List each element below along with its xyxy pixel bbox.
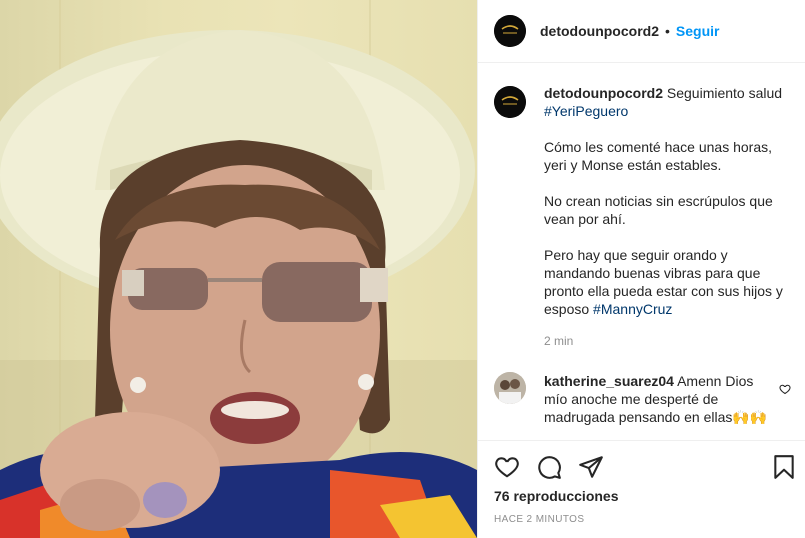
- caption-timestamp: 2 min: [544, 334, 574, 348]
- hashtag-link[interactable]: #YeriPeguero: [544, 103, 628, 119]
- brand-logo-icon: [494, 86, 526, 118]
- post-details-panel: detodounpocord2 • Seguir detodounpocord2…: [477, 0, 805, 538]
- heart-icon[interactable]: [494, 454, 520, 480]
- view-count[interactable]: 76 reproducciones: [494, 488, 619, 504]
- caption: detodounpocord2 Seguimiento salud #YeriP…: [494, 84, 797, 350]
- comment-text: katherine_suarez04 Amenn Dios mío anoche…: [544, 372, 772, 426]
- avatar[interactable]: [494, 15, 526, 47]
- comment-like-heart-icon[interactable]: [779, 382, 791, 400]
- header-username[interactable]: detodounpocord2: [540, 23, 659, 39]
- brand-logo-icon: [494, 15, 526, 47]
- caption-paragraph: Pero hay que seguir orando y mandando bu…: [544, 247, 783, 317]
- caption-line: Seguimiento salud: [666, 85, 783, 101]
- caption-text: detodounpocord2 Seguimiento salud #YeriP…: [544, 84, 796, 350]
- follow-button[interactable]: Seguir: [676, 23, 720, 39]
- share-icon[interactable]: [578, 454, 604, 480]
- post-timestamp: HACE 2 MINUTOS: [494, 514, 585, 525]
- comment-icon[interactable]: [536, 454, 562, 480]
- caption-username[interactable]: detodounpocord2: [544, 85, 663, 101]
- separator-dot: •: [665, 23, 670, 39]
- raised-hands-emoji: 🙌🙌: [732, 409, 768, 425]
- comment-username[interactable]: katherine_suarez04: [544, 373, 674, 389]
- hashtag-link[interactable]: #MannyCruz: [593, 301, 672, 317]
- post-header: detodounpocord2 • Seguir: [478, 0, 805, 63]
- comment-item: katherine_suarez04 Amenn Dios mío anoche…: [494, 372, 797, 426]
- bookmark-icon[interactable]: [771, 454, 797, 480]
- caption-paragraph: Cómo les comenté hace unas horas, yeri y…: [544, 139, 773, 173]
- actions-section: 76 reproducciones HACE 2 MINUTOS: [478, 440, 805, 525]
- caption-paragraph: No crean noticias sin escrúpulos que vea…: [544, 193, 773, 227]
- post-video[interactable]: [0, 0, 477, 538]
- commenter-avatar[interactable]: [494, 372, 526, 404]
- caption-avatar[interactable]: [494, 86, 526, 118]
- video-frame-illustration: [0, 0, 477, 538]
